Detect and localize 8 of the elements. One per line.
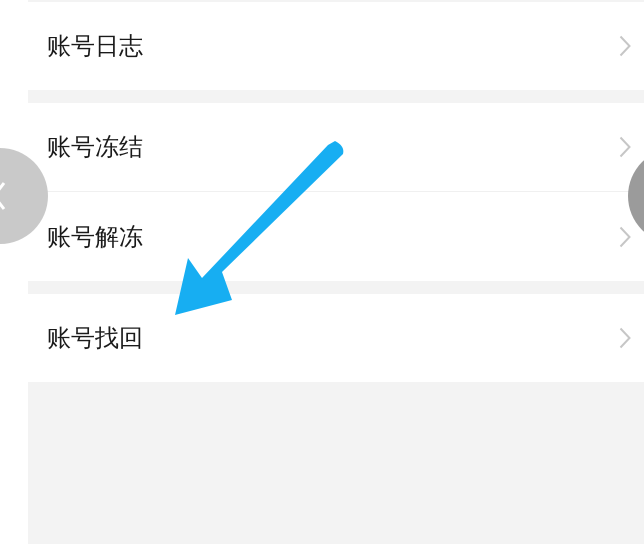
menu-item[interactable]: 账号日志 bbox=[47, 30, 143, 62]
menu-item[interactable]: 账号解冻 bbox=[47, 220, 143, 252]
menu-item[interactable]: 账号冻结 bbox=[47, 131, 143, 163]
chevron-right-icon bbox=[619, 327, 631, 349]
chevron-right-icon bbox=[619, 136, 631, 158]
menu-item[interactable]: 账号找回 bbox=[47, 322, 143, 354]
chevron-right-icon bbox=[619, 35, 631, 57]
chevron-right-icon bbox=[619, 226, 631, 248]
